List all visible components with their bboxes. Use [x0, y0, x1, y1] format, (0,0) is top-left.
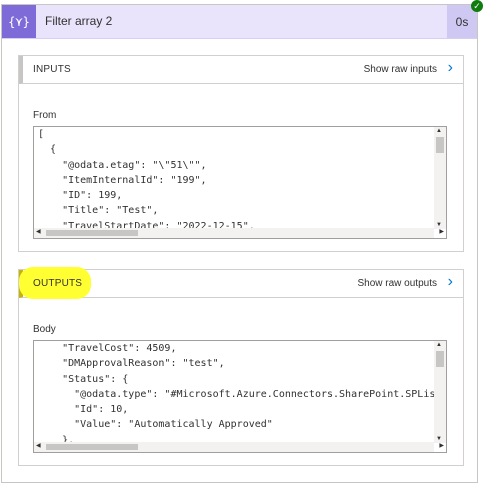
- outputs-vertical-scrollbar[interactable]: ▲ ▼: [434, 341, 446, 443]
- code-line: "Id": 10,: [38, 404, 129, 416]
- inputs-code: [ { "@odata.etag": "\"51\"", "ItemIntern…: [38, 127, 432, 238]
- inputs-title: INPUTS: [33, 64, 71, 75]
- code-line: "Status": {: [38, 373, 129, 385]
- inputs-code-box[interactable]: [ { "@odata.etag": "\"51\"", "ItemIntern…: [33, 126, 447, 239]
- scroll-left-icon[interactable]: ◀: [36, 442, 41, 449]
- inputs-horizontal-scrollbar[interactable]: ◀ ▶: [34, 228, 444, 238]
- code-line: "@odata.etag": "\"51\"",: [38, 159, 207, 171]
- outputs-horizontal-scrollbar[interactable]: ◀ ▶: [34, 442, 444, 452]
- inputs-vertical-scrollbar[interactable]: ▲ ▼: [434, 127, 446, 229]
- outputs-title: OUTPUTS: [33, 278, 83, 289]
- code-line: "Title": "Test",: [38, 205, 159, 217]
- body-label: Body: [33, 324, 56, 335]
- outputs-code-box[interactable]: "TravelCost": 4509, "DMApprovalReason": …: [33, 340, 447, 453]
- scroll-up-icon[interactable]: ▲: [436, 128, 442, 134]
- scroll-thumb[interactable]: [46, 444, 138, 450]
- code-line: "TravelCost": 4509,: [38, 343, 177, 354]
- scroll-thumb[interactable]: [436, 351, 444, 367]
- action-title: Filter array 2: [45, 14, 113, 28]
- code-line: [: [38, 129, 45, 140]
- scroll-right-icon[interactable]: ▶: [439, 228, 444, 235]
- show-raw-outputs-link[interactable]: Show raw outputs: [358, 278, 438, 289]
- action-header[interactable]: {⋎} Filter array 2 0s: [2, 5, 477, 39]
- scroll-left-icon[interactable]: ◀: [36, 228, 41, 235]
- scroll-right-icon[interactable]: ▶: [439, 442, 444, 449]
- scroll-thumb[interactable]: [46, 230, 138, 236]
- action-card: {⋎} Filter array 2 0s INPUTS Show raw in…: [1, 4, 478, 483]
- code-line: "@odata.type": "#Microsoft.Azure.Connect…: [38, 388, 442, 400]
- from-label: From: [33, 110, 57, 121]
- inputs-header: INPUTS Show raw inputs ›: [19, 56, 463, 84]
- outputs-code: "TravelCost": 4509, "DMApprovalReason": …: [38, 341, 442, 452]
- code-line: {: [38, 144, 57, 156]
- code-line: "ID": 199,: [38, 190, 123, 202]
- scroll-up-icon[interactable]: ▲: [436, 342, 442, 348]
- code-line: "ItemInternalId": "199",: [38, 174, 207, 186]
- outputs-section: OUTPUTS Show raw outputs › Body "TravelC…: [18, 267, 464, 466]
- outputs-header: OUTPUTS Show raw outputs ›: [19, 267, 463, 299]
- code-line: "Value": "Automatically Approved": [38, 419, 273, 431]
- success-check-icon: ✓: [471, 0, 483, 12]
- inputs-section: INPUTS Show raw inputs › From [ { "@odat…: [18, 55, 464, 252]
- scroll-thumb[interactable]: [436, 137, 444, 153]
- chevron-right-icon[interactable]: ›: [448, 273, 453, 291]
- chevron-right-icon[interactable]: ›: [448, 59, 453, 77]
- code-line: "DMApprovalReason": "test",: [38, 358, 225, 370]
- filter-array-icon: {⋎}: [2, 5, 36, 38]
- show-raw-inputs-link[interactable]: Show raw inputs: [364, 64, 437, 75]
